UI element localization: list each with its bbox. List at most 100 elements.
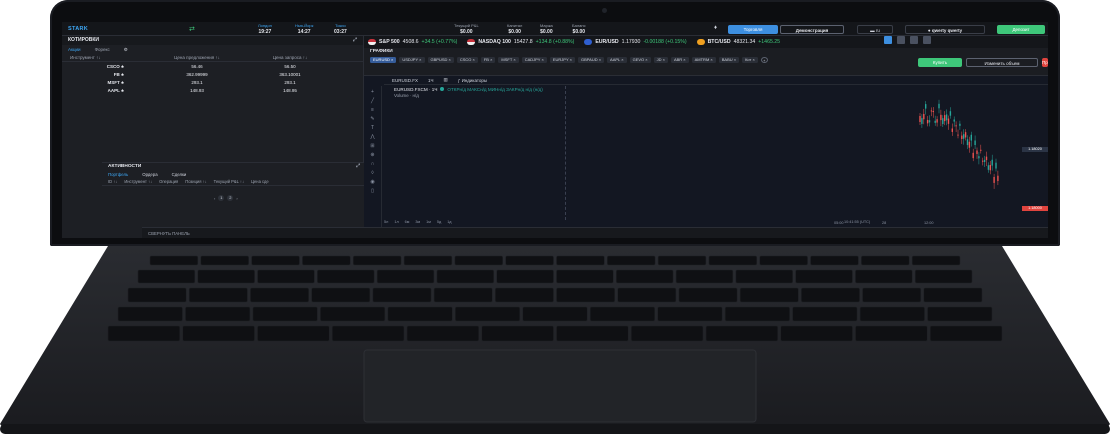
instrument-chip[interactable]: CSCO × — [456, 57, 478, 63]
col-bid[interactable]: Цена предложения ↑↓ — [154, 55, 240, 60]
instrument-chip[interactable]: FB × — [480, 57, 496, 63]
tab-orders[interactable]: Ордера — [142, 172, 157, 177]
instrument-chip[interactable]: ABR × — [670, 57, 689, 63]
tab-portfolio[interactable]: Портфель — [108, 172, 128, 177]
chart-icon[interactable]: ♣ — [121, 88, 124, 93]
table-row[interactable]: MSFT ♣ 293.1 293.1 — [62, 78, 363, 86]
candle-body — [997, 175, 999, 182]
layout-3-icon[interactable] — [910, 36, 918, 44]
instrument-chip[interactable]: JD × — [653, 57, 668, 63]
keyboard-key — [372, 287, 432, 303]
prev-page-icon[interactable]: ‹ — [214, 196, 215, 201]
candle-body — [982, 160, 984, 162]
instrument-chip[interactable]: GBPUSD × — [427, 57, 454, 63]
quotes-panel: КОТИРОВКИ ⤢ Акции Форекс ⚙ Инструмент ↑↓ … — [62, 36, 364, 238]
collapse-panel-bar[interactable]: СВЕРНУТЬ ПАНЕЛЬ — [142, 227, 1048, 238]
language-select[interactable]: ▬ ru — [857, 25, 893, 34]
col-pnl[interactable]: Текущий P&L ↑↓ — [214, 179, 244, 184]
ticker-item[interactable]: EUR/USD 1.17930 -0.00188 (+0.15%) — [584, 39, 687, 45]
keyboard-key — [311, 287, 371, 303]
row-bid[interactable]: 362.99999 — [154, 72, 240, 77]
expand-icon[interactable]: ⤢ — [353, 36, 357, 45]
expand-icon[interactable]: ⤢ — [356, 163, 360, 171]
settings-icon[interactable]: ⚙ — [124, 47, 128, 53]
tab-trades[interactable]: Сделки — [172, 172, 187, 177]
mode-demo-button[interactable]: Демонстрация — [780, 25, 844, 34]
ticker-item[interactable]: S&P 500 4508.6 +34.5 (+0.77%) — [368, 39, 457, 45]
row-ask[interactable]: 363.10001 — [240, 72, 340, 77]
layout-4-icon[interactable] — [923, 36, 931, 44]
col-trade-price[interactable]: Цена сде — [251, 179, 269, 184]
instrument-chip[interactable]: USDJPY × — [399, 57, 425, 63]
page-1[interactable]: 1 — [218, 195, 225, 201]
deposit-button[interactable]: Депозит — [997, 25, 1045, 34]
table-row[interactable]: AAPL ♣ 148.93 148.95 — [62, 86, 363, 94]
candle-body — [961, 135, 963, 139]
instrument-chip[interactable]: GBPAUD × — [578, 57, 605, 63]
col-ask[interactable]: Цена запроса ↑↓ — [240, 55, 340, 60]
col-instrument[interactable]: Инструмент ↑↓ — [124, 179, 152, 184]
instrument-chip[interactable]: EURUSD × — [370, 57, 397, 63]
instrument-chip[interactable]: AMTRM × — [691, 57, 716, 63]
next-page-icon[interactable]: › — [236, 196, 237, 201]
keyboard-key — [607, 255, 656, 266]
col-instrument[interactable]: Инструмент ↑↓ — [68, 55, 154, 60]
keyboard-key — [792, 306, 858, 322]
timezone-label[interactable]: 10:41:55 (UTC) — [844, 220, 870, 224]
user-menu[interactable]: ● qwerty qwerty — [905, 25, 985, 34]
tab-stocks[interactable]: Акции — [68, 47, 81, 52]
table-row[interactable]: FB ♣ 362.99999 363.10001 — [62, 70, 363, 78]
layout-1-icon[interactable] — [884, 36, 892, 44]
bell-icon[interactable]: ♦ — [714, 25, 717, 31]
page-2[interactable]: 2 — [227, 195, 234, 201]
range-6m[interactable]: 6м — [405, 220, 410, 224]
app-logo[interactable]: STARK — [62, 26, 106, 32]
table-row[interactable]: CSCO ♣ 56.46 56.50 — [62, 62, 363, 70]
stat-margin: Маржа $0.00 — [540, 23, 553, 35]
instrument-chip[interactable]: MSFT × — [498, 57, 519, 63]
instrument-chip[interactable]: GEVO × — [629, 57, 651, 63]
row-bid[interactable]: 56.46 — [154, 64, 240, 69]
quotes-header: Инструмент ↑↓ Цена предложения ↑↓ Цена з… — [62, 54, 363, 62]
ticker-item[interactable]: BTC/USD 48321.34 +1465.25 — [696, 39, 780, 45]
ticker-bar: S&P 500 4508.6 +34.5 (+0.77%) NASDAQ 100 15… — [364, 36, 1048, 48]
instrument-chip[interactable]: CADJPY × — [521, 57, 547, 63]
keyboard-key — [657, 306, 723, 322]
range-1d[interactable]: 1д — [447, 220, 451, 224]
buy-button[interactable]: Купить — [918, 58, 962, 67]
add-instrument-icon[interactable]: + — [760, 57, 768, 63]
row-ask[interactable]: 148.95 — [240, 88, 340, 93]
instrument-chip[interactable]: AAPL × — [607, 57, 627, 63]
instrument-chip[interactable]: Кот × — [742, 57, 758, 63]
candle-body — [991, 159, 993, 166]
modify-volume-button[interactable]: Изменить объем — [966, 58, 1038, 67]
chart-icon[interactable]: ♣ — [121, 64, 124, 69]
mode-real-button[interactable]: Торговля — [728, 25, 778, 34]
sync-icon[interactable]: ⇄ — [189, 25, 195, 33]
range-5y[interactable]: 5л — [384, 220, 388, 224]
row-bid[interactable]: 293.1 — [154, 80, 240, 85]
keyboard-key — [454, 255, 503, 266]
range-5d[interactable]: 5д — [437, 220, 441, 224]
instrument-chip[interactable]: BABU × — [718, 57, 740, 63]
keyboard-key — [861, 255, 910, 266]
keyboard-key — [505, 255, 554, 266]
col-id[interactable]: ID ↑↓ — [108, 179, 117, 184]
keyboard-key — [200, 255, 249, 266]
sell-button[interactable]: Продать — [1042, 58, 1048, 67]
chart-icon[interactable]: ♣ — [121, 72, 124, 77]
range-1m[interactable]: 1м — [426, 220, 431, 224]
row-ask[interactable]: 293.1 — [240, 80, 340, 85]
chart-icon[interactable]: ♣ — [121, 80, 124, 85]
instrument-chip[interactable]: EURJPY × — [549, 57, 575, 63]
range-1y[interactable]: 1л — [394, 220, 398, 224]
col-operation[interactable]: Операция — [159, 179, 178, 184]
price-chart[interactable]: EURUSD.FX 1Ч ▥ ƒ Индикаторы + ╱ ≡ ✎ T ⋀ … — [364, 75, 1048, 228]
layout-2-icon[interactable] — [897, 36, 905, 44]
row-ask[interactable]: 56.50 — [240, 64, 340, 69]
row-bid[interactable]: 148.93 — [154, 88, 240, 93]
ticker-item[interactable]: NASDAQ 100 15427.8 +134.8 (+0.88%) — [467, 39, 574, 45]
tab-forex[interactable]: Форекс — [95, 47, 110, 52]
col-position[interactable]: Позиция ↑↓ — [185, 179, 206, 184]
range-3m[interactable]: 3м — [415, 220, 420, 224]
